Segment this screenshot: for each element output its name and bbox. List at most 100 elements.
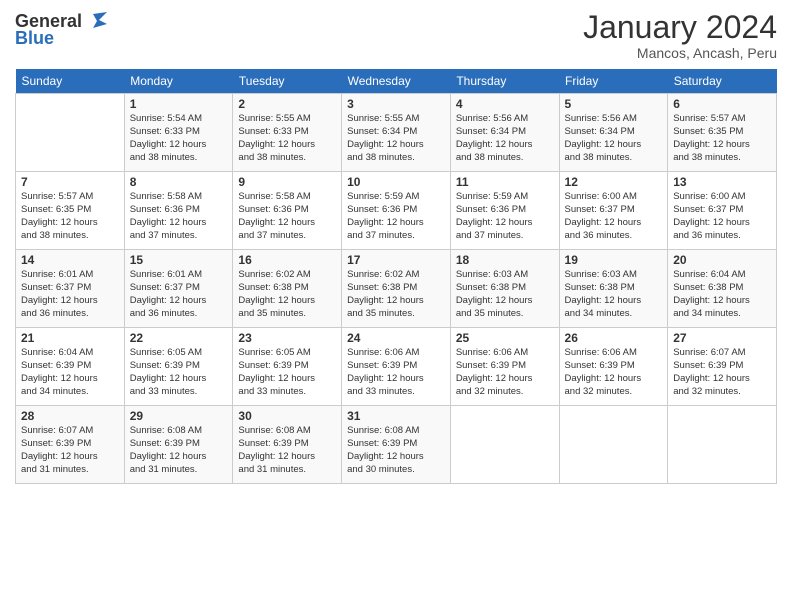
- day-number: 1: [130, 97, 228, 111]
- calendar-table: Sunday Monday Tuesday Wednesday Thursday…: [15, 69, 777, 484]
- page: General Blue January 2024 Mancos, Ancash…: [0, 0, 792, 612]
- table-row: 4 Sunrise: 5:56 AM Sunset: 6:34 PM Daylig…: [450, 94, 559, 172]
- day-info: Sunrise: 6:07 AM Sunset: 6:39 PM Dayligh…: [673, 347, 771, 398]
- day-number: 4: [456, 97, 554, 111]
- table-row: 25 Sunrise: 6:06 AM Sunset: 6:39 PM Dayli…: [450, 328, 559, 406]
- day-number: 5: [565, 97, 663, 111]
- day-info: Sunrise: 5:57 AM Sunset: 6:35 PM Dayligh…: [21, 191, 119, 242]
- table-row: [668, 406, 777, 484]
- calendar-header-row: Sunday Monday Tuesday Wednesday Thursday…: [16, 69, 777, 94]
- calendar-week-row: 28 Sunrise: 6:07 AM Sunset: 6:39 PM Dayli…: [16, 406, 777, 484]
- table-row: 19 Sunrise: 6:03 AM Sunset: 6:38 PM Dayli…: [559, 250, 668, 328]
- day-number: 2: [238, 97, 336, 111]
- table-row: 10Sunrise: 5:59 AM Sunset: 6:36 PM Dayli…: [342, 172, 451, 250]
- day-number: 23: [238, 331, 336, 345]
- title-block: January 2024 Mancos, Ancash, Peru: [583, 10, 777, 61]
- day-info: Sunrise: 6:05 AM Sunset: 6:39 PM Dayligh…: [238, 347, 336, 398]
- table-row: 5 Sunrise: 5:56 AM Sunset: 6:34 PM Daylig…: [559, 94, 668, 172]
- day-info: Sunrise: 5:59 AM Sunset: 6:36 PM Dayligh…: [347, 191, 445, 242]
- day-info: Sunrise: 6:01 AM Sunset: 6:37 PM Dayligh…: [130, 269, 228, 320]
- table-row: 27Sunrise: 6:07 AM Sunset: 6:39 PM Dayli…: [668, 328, 777, 406]
- day-number: 26: [565, 331, 663, 345]
- table-row: 12Sunrise: 6:00 AM Sunset: 6:37 PM Dayli…: [559, 172, 668, 250]
- logo-blue-text: Blue: [15, 28, 54, 49]
- day-number: 18: [456, 253, 554, 267]
- day-info: Sunrise: 5:55 AM Sunset: 6:34 PM Dayligh…: [347, 113, 445, 164]
- table-row: 31 Sunrise: 6:08 AM Sunset: 6:39 PM Dayli…: [342, 406, 451, 484]
- logo: General Blue: [15, 10, 107, 49]
- day-info: Sunrise: 6:08 AM Sunset: 6:39 PM Dayligh…: [130, 425, 228, 476]
- day-number: 15: [130, 253, 228, 267]
- day-info: Sunrise: 6:03 AM Sunset: 6:38 PM Dayligh…: [565, 269, 663, 320]
- table-row: 28 Sunrise: 6:07 AM Sunset: 6:39 PM Dayli…: [16, 406, 125, 484]
- day-info: Sunrise: 6:06 AM Sunset: 6:39 PM Dayligh…: [456, 347, 554, 398]
- day-info: Sunrise: 6:01 AM Sunset: 6:37 PM Dayligh…: [21, 269, 119, 320]
- day-number: 24: [347, 331, 445, 345]
- day-info: Sunrise: 6:00 AM Sunset: 6:37 PM Dayligh…: [673, 191, 771, 242]
- day-info: Sunrise: 5:59 AM Sunset: 6:36 PM Dayligh…: [456, 191, 554, 242]
- table-row: 26 Sunrise: 6:06 AM Sunset: 6:39 PM Dayli…: [559, 328, 668, 406]
- day-info: Sunrise: 6:00 AM Sunset: 6:37 PM Dayligh…: [565, 191, 663, 242]
- table-row: 22 Sunrise: 6:05 AM Sunset: 6:39 PM Dayli…: [124, 328, 233, 406]
- table-row: 3 Sunrise: 5:55 AM Sunset: 6:34 PM Daylig…: [342, 94, 451, 172]
- day-number: 14: [21, 253, 119, 267]
- day-number: 6: [673, 97, 771, 111]
- day-info: Sunrise: 5:58 AM Sunset: 6:36 PM Dayligh…: [238, 191, 336, 242]
- day-number: 25: [456, 331, 554, 345]
- table-row: [559, 406, 668, 484]
- day-info: Sunrise: 6:05 AM Sunset: 6:39 PM Dayligh…: [130, 347, 228, 398]
- table-row: 24 Sunrise: 6:06 AM Sunset: 6:39 PM Dayli…: [342, 328, 451, 406]
- day-info: Sunrise: 5:56 AM Sunset: 6:34 PM Dayligh…: [456, 113, 554, 164]
- logo-bird-icon: [85, 10, 107, 32]
- day-info: Sunrise: 6:08 AM Sunset: 6:39 PM Dayligh…: [347, 425, 445, 476]
- col-monday: Monday: [124, 69, 233, 94]
- day-number: 28: [21, 409, 119, 423]
- day-info: Sunrise: 6:06 AM Sunset: 6:39 PM Dayligh…: [347, 347, 445, 398]
- header: General Blue January 2024 Mancos, Ancash…: [15, 10, 777, 61]
- location: Mancos, Ancash, Peru: [583, 45, 777, 61]
- day-number: 17: [347, 253, 445, 267]
- table-row: 17 Sunrise: 6:02 AM Sunset: 6:38 PM Dayli…: [342, 250, 451, 328]
- calendar-week-row: 21 Sunrise: 6:04 AM Sunset: 6:39 PM Dayli…: [16, 328, 777, 406]
- day-info: Sunrise: 6:04 AM Sunset: 6:38 PM Dayligh…: [673, 269, 771, 320]
- table-row: 6 Sunrise: 5:57 AM Sunset: 6:35 PM Daylig…: [668, 94, 777, 172]
- day-number: 21: [21, 331, 119, 345]
- day-info: Sunrise: 5:56 AM Sunset: 6:34 PM Dayligh…: [565, 113, 663, 164]
- day-number: 7: [21, 175, 119, 189]
- day-number: 30: [238, 409, 336, 423]
- table-row: 23 Sunrise: 6:05 AM Sunset: 6:39 PM Dayli…: [233, 328, 342, 406]
- table-row: 21 Sunrise: 6:04 AM Sunset: 6:39 PM Dayli…: [16, 328, 125, 406]
- day-number: 16: [238, 253, 336, 267]
- day-info: Sunrise: 6:06 AM Sunset: 6:39 PM Dayligh…: [565, 347, 663, 398]
- day-info: Sunrise: 6:02 AM Sunset: 6:38 PM Dayligh…: [238, 269, 336, 320]
- day-info: Sunrise: 6:03 AM Sunset: 6:38 PM Dayligh…: [456, 269, 554, 320]
- table-row: 18 Sunrise: 6:03 AM Sunset: 6:38 PM Dayli…: [450, 250, 559, 328]
- table-row: 30 Sunrise: 6:08 AM Sunset: 6:39 PM Dayli…: [233, 406, 342, 484]
- col-wednesday: Wednesday: [342, 69, 451, 94]
- day-number: 22: [130, 331, 228, 345]
- day-number: 31: [347, 409, 445, 423]
- month-year: January 2024: [583, 10, 777, 45]
- table-row: 14 Sunrise: 6:01 AM Sunset: 6:37 PM Dayli…: [16, 250, 125, 328]
- day-info: Sunrise: 5:55 AM Sunset: 6:33 PM Dayligh…: [238, 113, 336, 164]
- day-number: 3: [347, 97, 445, 111]
- col-friday: Friday: [559, 69, 668, 94]
- table-row: 15 Sunrise: 6:01 AM Sunset: 6:37 PM Dayli…: [124, 250, 233, 328]
- col-sunday: Sunday: [16, 69, 125, 94]
- day-number: 20: [673, 253, 771, 267]
- day-number: 11: [456, 175, 554, 189]
- table-row: 8Sunrise: 5:58 AM Sunset: 6:36 PM Daylig…: [124, 172, 233, 250]
- day-info: Sunrise: 5:54 AM Sunset: 6:33 PM Dayligh…: [130, 113, 228, 164]
- table-row: 29Sunrise: 6:08 AM Sunset: 6:39 PM Dayli…: [124, 406, 233, 484]
- table-row: 13Sunrise: 6:00 AM Sunset: 6:37 PM Dayli…: [668, 172, 777, 250]
- day-info: Sunrise: 6:08 AM Sunset: 6:39 PM Dayligh…: [238, 425, 336, 476]
- day-number: 9: [238, 175, 336, 189]
- day-info: Sunrise: 5:57 AM Sunset: 6:35 PM Dayligh…: [673, 113, 771, 164]
- day-info: Sunrise: 6:07 AM Sunset: 6:39 PM Dayligh…: [21, 425, 119, 476]
- day-number: 19: [565, 253, 663, 267]
- day-info: Sunrise: 6:04 AM Sunset: 6:39 PM Dayligh…: [21, 347, 119, 398]
- col-tuesday: Tuesday: [233, 69, 342, 94]
- day-info: Sunrise: 6:02 AM Sunset: 6:38 PM Dayligh…: [347, 269, 445, 320]
- day-number: 8: [130, 175, 228, 189]
- col-saturday: Saturday: [668, 69, 777, 94]
